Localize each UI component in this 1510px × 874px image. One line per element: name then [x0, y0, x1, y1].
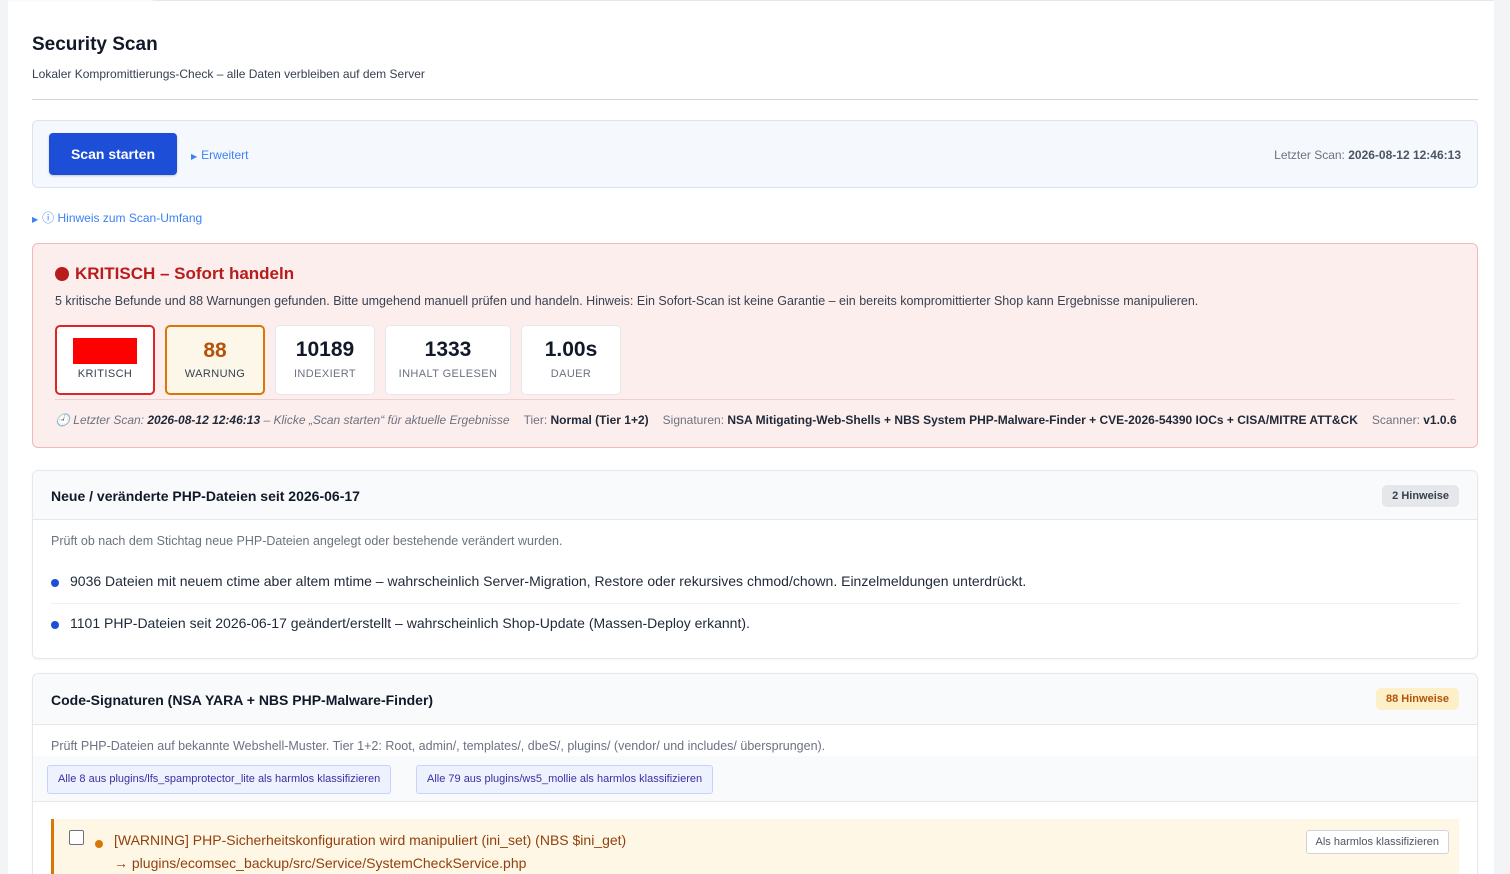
bulk-classify-row: Alle 8 aus plugins/lfs_spamprotector_lit… [33, 756, 1477, 802]
bulk-classify-button-ws5-mollie[interactable]: Alle 79 aus plugins/ws5_mollie als harml… [416, 765, 714, 794]
warning-dot-icon [95, 840, 103, 848]
section-description: Prüft ob nach dem Stichtag neue PHP-Date… [51, 534, 563, 548]
stat-label: INDEXIERT [293, 368, 357, 380]
advanced-toggle[interactable]: ▶ Erweitert [191, 148, 249, 162]
alert-title: KRITISCH – Sofort handeln [55, 264, 294, 284]
stat-content-read: 1333 INHALT GELESEN [385, 325, 511, 395]
stat-value: 10189 [295, 338, 355, 361]
meta-signatures-label: Signaturen: [662, 413, 725, 427]
finding-item: [WARNING] PHP-Sicherheitskonfiguration w… [51, 819, 1459, 874]
scan-scope-hint-label: ⓘ Hinweis zum Scan-Umfang [42, 211, 203, 225]
stat-label: KRITISCH [77, 368, 133, 380]
scan-toolbar: Scan starten ▶ Erweitert Letzter Scan: 20… [32, 120, 1478, 188]
stat-indexed: 10189 INDEXIERT [275, 325, 375, 395]
stat-value: 1.00s [544, 338, 598, 361]
alert-divider [55, 399, 1455, 400]
redacted-value [73, 338, 137, 364]
alert-message: 5 kritische Befunde und 88 Warnungen gef… [55, 294, 1199, 308]
last-scan-value: 2026-08-12 12:46:13 [1348, 148, 1461, 162]
scan-meta: 🕘 Letzter Scan: 2026-08-12 12:46:13 – Kl… [55, 413, 1457, 427]
stat-value: 88 [203, 339, 227, 362]
section-php-files: Neue / veränderte PHP-Dateien seit 2026-… [32, 470, 1478, 659]
critical-alert: KRITISCH – Sofort handeln 5 kritische Be… [32, 243, 1478, 448]
section-title: Code-Signaturen (NSA YARA + NBS PHP-Malw… [51, 692, 434, 708]
meta-last-scan-label: Letzter Scan: [73, 413, 145, 427]
stat-duration: 1.00s DAUER [521, 325, 621, 395]
page-title: Security Scan [32, 34, 158, 55]
stat-label: DAUER [550, 368, 592, 380]
list-item-text: 9036 Dateien mit neuem ctime aber altem … [70, 573, 1027, 589]
alert-title-text: KRITISCH – Sofort handeln [75, 264, 295, 283]
classify-harmless-button[interactable]: Als harmlos klassifizieren [1305, 830, 1449, 854]
caret-right-icon: ▶ [32, 215, 39, 224]
advanced-label: Erweitert [201, 148, 249, 162]
stat-value: 1333 [424, 338, 472, 361]
clock-icon: 🕘 [55, 413, 70, 427]
meta-signatures-value: NSA Mitigating-Web-Shells + NBS System P… [727, 413, 1358, 427]
list-item: 9036 Dateien mit neuem ctime aber altem … [51, 573, 1026, 589]
page: Security Scan Lokaler Kompromittierungs-… [8, 0, 1502, 874]
finding-checkbox[interactable] [69, 830, 84, 845]
bulk-classify-button-lfs-spamprotector[interactable]: Alle 8 aus plugins/lfs_spamprotector_lit… [47, 765, 392, 794]
bullet-icon [51, 579, 59, 587]
finding-path: → plugins/ecomsec_backup/src/Service/Sys… [114, 855, 527, 871]
meta-tier-value: Normal (Tier 1+2) [550, 413, 649, 427]
scan-scope-hint-toggle[interactable]: ▶ ⓘ Hinweis zum Scan-Umfang [32, 209, 202, 226]
top-divider [8, 0, 1502, 1]
section-title: Neue / veränderte PHP-Dateien seit 2026-… [51, 488, 360, 504]
count-badge: 2 Hinweise [1382, 485, 1459, 507]
meta-last-scan-suffix: – Klicke „Scan starten“ für aktuelle Erg… [263, 413, 510, 427]
meta-tier-label: Tier: [523, 413, 548, 427]
meta-scanner-label: Scanner: [1371, 413, 1420, 427]
scrollbar[interactable] [1494, 0, 1502, 874]
section-header: Code-Signaturen (NSA YARA + NBS PHP-Malw… [33, 674, 1477, 725]
section-header: Neue / veränderte PHP-Dateien seit 2026-… [33, 471, 1477, 520]
stat-warning: 88 WARNUNG [165, 325, 265, 395]
count-badge: 88 Hinweise [1376, 688, 1459, 710]
meta-last-scan-value: 2026-08-12 12:46:13 [147, 413, 261, 427]
finding-message: [WARNING] PHP-Sicherheitskonfiguration w… [114, 832, 627, 848]
stat-critical: KRITISCH [55, 325, 155, 395]
list-divider [51, 603, 1459, 604]
section-code-signatures: Code-Signaturen (NSA YARA + NBS PHP-Malw… [32, 673, 1478, 874]
stat-label: WARNUNG [184, 368, 246, 380]
last-scan-label: Letzter Scan: [1274, 148, 1345, 162]
page-subtitle: Lokaler Kompromittierungs-Check – alle D… [32, 67, 425, 81]
scan-start-button[interactable]: Scan starten [49, 133, 177, 175]
stat-label: INHALT GELESEN [398, 368, 498, 380]
section-description: Prüft PHP-Dateien auf bekannte Webshell-… [51, 739, 826, 753]
list-item-text: 1101 PHP-Dateien seit 2026-06-17 geänder… [70, 615, 750, 631]
caret-right-icon: ▶ [191, 152, 198, 161]
header-divider [32, 99, 1478, 100]
red-circle-icon [55, 267, 69, 281]
last-scan-info: Letzter Scan: 2026-08-12 12:46:13 [1274, 148, 1461, 162]
top-tab-indicator [8, 0, 153, 2]
bullet-icon [51, 621, 59, 629]
list-item: 1101 PHP-Dateien seit 2026-06-17 geänder… [51, 615, 750, 631]
meta-scanner-value: v1.0.6 [1423, 413, 1457, 427]
